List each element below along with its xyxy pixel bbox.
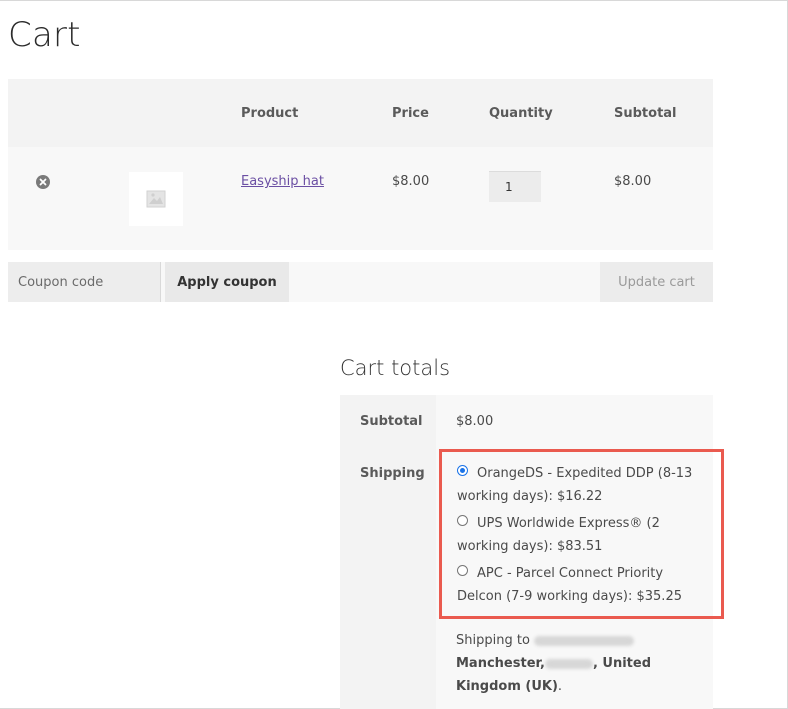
quantity-input[interactable] bbox=[489, 171, 541, 202]
header-subtotal: Subtotal bbox=[614, 106, 677, 121]
product-price: $8.00 bbox=[392, 174, 430, 189]
page-frame: Cart Product Price Quantity Subtotal Eas… bbox=[0, 0, 788, 709]
radio-unselected[interactable] bbox=[457, 515, 468, 526]
shipping-to-prefix: Shipping to bbox=[456, 633, 530, 648]
redacted-address bbox=[534, 635, 635, 646]
shipping-option-label: OrangeDS - Expedited DDP (8-13 working d… bbox=[457, 466, 693, 504]
cart-actions: Apply coupon Update cart bbox=[8, 262, 713, 302]
coupon-code-input[interactable] bbox=[8, 262, 161, 302]
header-quantity: Quantity bbox=[489, 106, 553, 121]
radio-unselected[interactable] bbox=[457, 565, 468, 576]
header-product: Product bbox=[241, 106, 299, 121]
shipping-city: Manchester, bbox=[456, 656, 545, 671]
totals-label-column bbox=[340, 395, 436, 709]
table-row: Easyship hat $8.00 $8.00 bbox=[8, 147, 713, 250]
subtotal-value: $8.00 bbox=[456, 414, 494, 429]
redacted-postcode bbox=[544, 658, 593, 669]
shipping-destination: Shipping to Manchester,, United Kingdom … bbox=[456, 629, 706, 698]
subtotal-label: Subtotal bbox=[360, 414, 423, 429]
product-thumbnail[interactable] bbox=[129, 172, 183, 226]
product-subtotal: $8.00 bbox=[614, 174, 652, 189]
shipping-options-highlight: OrangeDS - Expedited DDP (8-13 working d… bbox=[439, 449, 724, 619]
product-link[interactable]: Easyship hat bbox=[241, 174, 324, 189]
shipping-period: . bbox=[557, 679, 563, 694]
cart-totals-title: Cart totals bbox=[340, 356, 451, 380]
page-title: Cart bbox=[8, 15, 81, 55]
header-price: Price bbox=[392, 106, 429, 121]
apply-coupon-button[interactable]: Apply coupon bbox=[165, 262, 289, 302]
cart-table-header: Product Price Quantity Subtotal bbox=[8, 79, 713, 147]
shipping-label: Shipping bbox=[360, 466, 425, 481]
shipping-option-label: APC - Parcel Connect Priority Delcon (7-… bbox=[457, 566, 682, 604]
shipping-option-apc[interactable]: APC - Parcel Connect Priority Delcon (7-… bbox=[457, 562, 712, 608]
radio-selected[interactable] bbox=[457, 465, 468, 476]
update-cart-button[interactable]: Update cart bbox=[600, 262, 713, 302]
image-placeholder-icon bbox=[146, 190, 166, 208]
remove-circle-icon[interactable] bbox=[36, 175, 50, 189]
shipping-option-ups[interactable]: UPS Worldwide Express® (2 working days):… bbox=[457, 512, 712, 558]
shipping-option-label: UPS Worldwide Express® (2 working days):… bbox=[457, 516, 660, 554]
shipping-option-orangeds[interactable]: OrangeDS - Expedited DDP (8-13 working d… bbox=[457, 462, 712, 508]
cart-table: Product Price Quantity Subtotal Easyship… bbox=[8, 79, 713, 250]
